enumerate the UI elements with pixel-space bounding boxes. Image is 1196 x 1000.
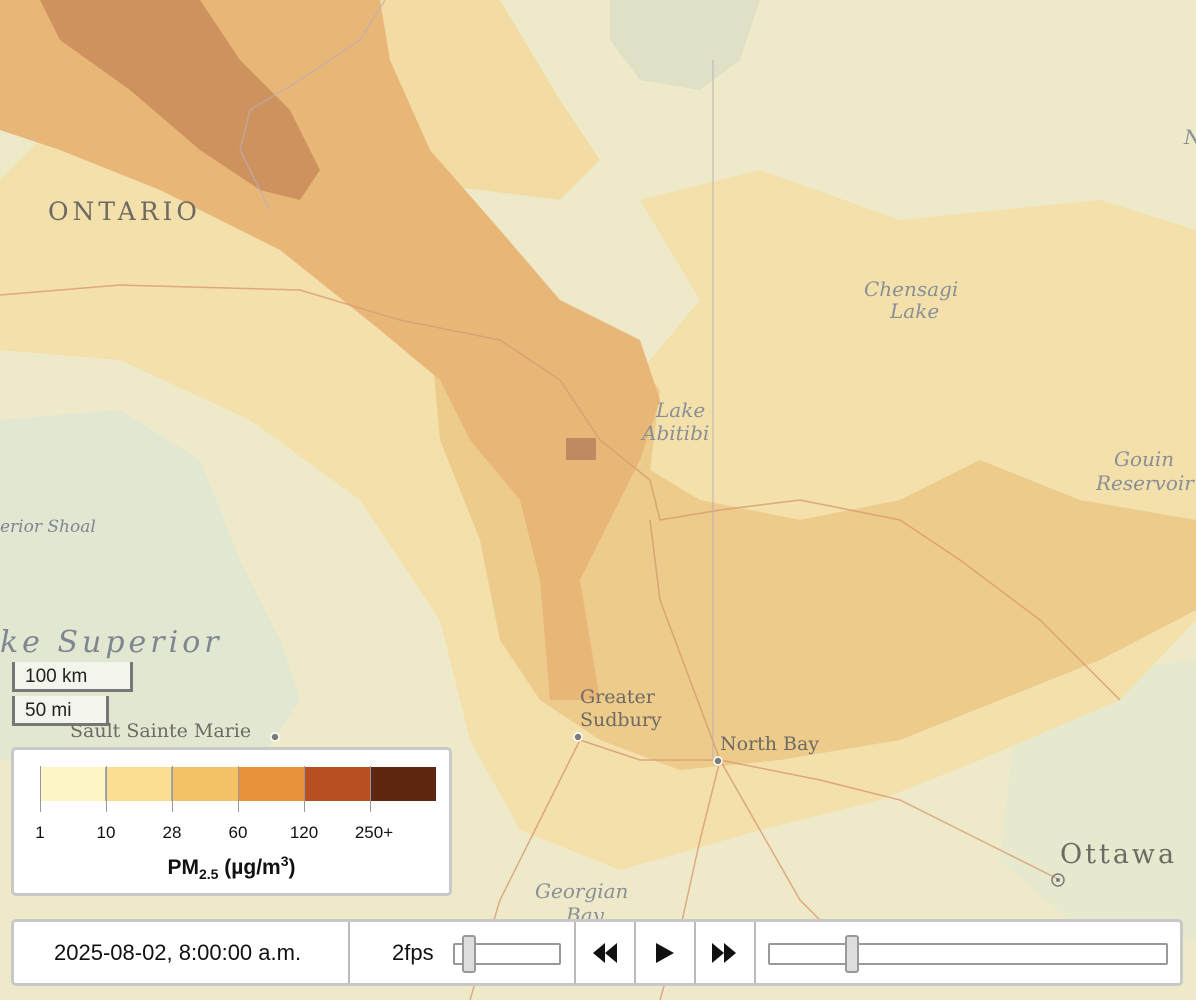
legend-tick-mark <box>172 766 173 812</box>
legend-title-main: PM <box>167 856 199 879</box>
animation-controls: 2025-08-02, 8:00:00 a.m. 2fps <box>11 919 1183 986</box>
label-ottawa: Ottawa <box>1060 839 1177 870</box>
legend-tick-mark <box>238 766 239 812</box>
legend-tick-mark <box>370 766 371 812</box>
legend-title: PM2.5 (µg/m3) <box>14 853 449 882</box>
label-georgian: Georgian <box>535 879 628 903</box>
legend-swatch <box>238 767 305 801</box>
label-gouin: Gouin <box>1114 447 1174 471</box>
legend-tick-label: 10 <box>96 823 116 842</box>
legend-tick-mark <box>106 766 107 812</box>
fast-forward-icon <box>712 942 736 963</box>
legend-swatch <box>370 767 437 801</box>
play-icon <box>656 942 674 963</box>
label-superior-shoal: erior Shoal <box>0 517 96 537</box>
label-greater: Greater <box>580 686 656 708</box>
legend-swatch <box>172 767 239 801</box>
time-slider-thumb[interactable] <box>845 935 860 973</box>
label-lake-abitibi-2: Abitibi <box>640 421 709 445</box>
label-chensagi: Chensagi <box>864 277 958 301</box>
capital-dot <box>1056 878 1060 882</box>
label-ontario: ONTARIO <box>48 197 201 226</box>
fps-label: 2fps <box>392 940 434 965</box>
label-north-bay: North Bay <box>720 733 819 755</box>
legend-tick-label: 120 <box>289 823 319 842</box>
label-edge-letter: N <box>1183 125 1196 149</box>
label-sudbury: Sudbury <box>580 709 662 731</box>
legend-swatch <box>106 767 173 801</box>
play-button[interactable] <box>636 922 694 983</box>
label-chensagi-lake: Lake <box>889 299 939 323</box>
scale-bar-mi: 50 mi <box>12 696 109 726</box>
legend-title-sub: 2.5 <box>198 866 219 883</box>
legend-tick-label: 250+ <box>354 823 394 842</box>
legend-title-sup: 3 <box>280 853 289 869</box>
time-slider-track[interactable] <box>768 943 1168 965</box>
fast-forward-button[interactable] <box>695 922 753 983</box>
scale-bar-km: 100 km <box>12 662 133 692</box>
label-lake-abitibi: Lake <box>655 398 705 422</box>
city-marker-sudbury <box>573 732 583 742</box>
legend-tick-label: 28 <box>162 823 182 842</box>
rewind-button[interactable] <box>576 922 634 983</box>
legend-swatch <box>40 767 107 801</box>
divider <box>754 922 756 983</box>
legend-title-suffix: ) <box>288 856 296 879</box>
legend-tick-mark <box>304 766 305 812</box>
city-marker-north-bay <box>713 756 723 766</box>
legend-tick-mark <box>40 766 41 812</box>
legend-tick-label: 60 <box>228 823 248 842</box>
legend-title-unit: (µg/m <box>218 856 281 879</box>
fps-slider-thumb[interactable] <box>462 935 477 973</box>
timestamp-display: 2025-08-02, 8:00:00 a.m. <box>54 940 302 965</box>
pm25-legend: 1 10 28 60 120 250+ PM2.5 (µg/m3) <box>11 747 452 896</box>
legend-tick-label: 1 <box>35 823 45 842</box>
legend-swatch <box>304 767 371 801</box>
city-marker-sault <box>270 732 280 742</box>
rewind-icon <box>593 942 617 963</box>
label-gouin-reservoir: Reservoir <box>1095 471 1195 495</box>
divider <box>348 922 350 983</box>
label-lake-superior: ke Superior <box>0 625 223 660</box>
